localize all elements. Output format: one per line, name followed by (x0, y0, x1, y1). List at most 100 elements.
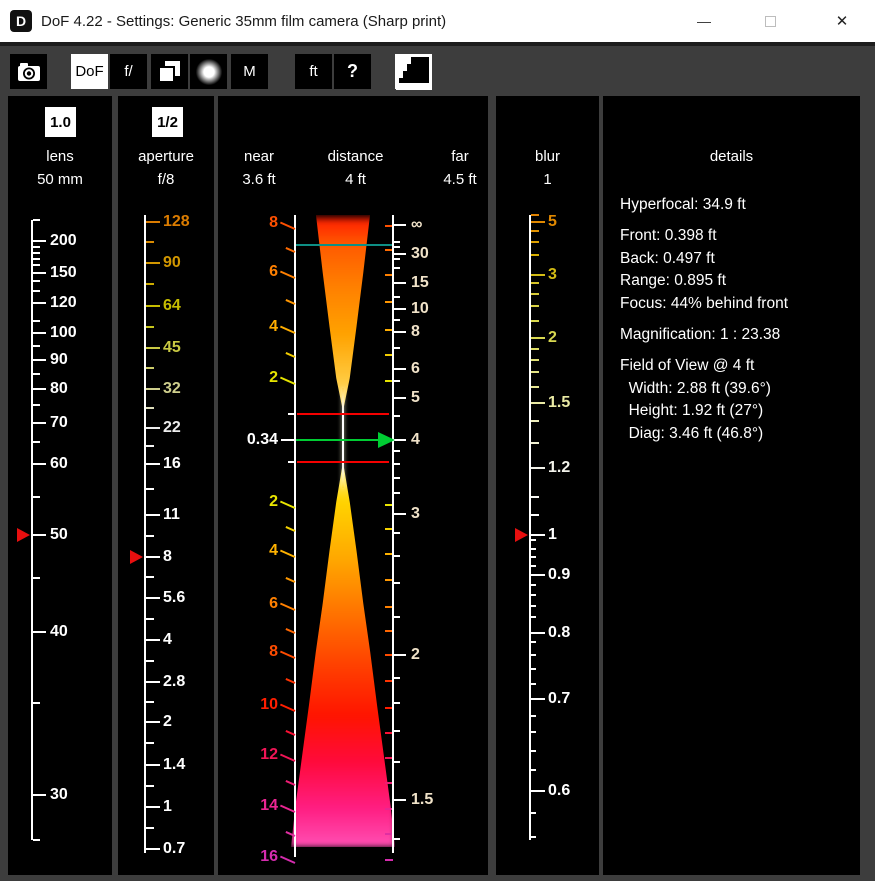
maximize-button[interactable] (748, 0, 792, 42)
scale-label: 2 (411, 644, 420, 666)
scale-label: 1.5 (411, 789, 433, 811)
far-limit-line[interactable] (297, 461, 389, 463)
blur-marker-arrow[interactable] (515, 528, 528, 542)
tick (33, 794, 46, 796)
copy-button[interactable] (151, 54, 188, 89)
camera-settings-button[interactable] (10, 54, 47, 89)
blur-scale[interactable]: 5321.51.210.90.80.70.6 (496, 96, 599, 875)
scale-label: 10 (411, 298, 429, 320)
close-button[interactable]: ✕ (820, 0, 864, 42)
tick (394, 532, 400, 534)
scale-label: 1.4 (163, 754, 185, 776)
tick (33, 496, 40, 498)
steps-icon (396, 54, 432, 90)
tick (33, 280, 40, 282)
tick (394, 702, 400, 704)
tick (394, 616, 400, 618)
tick (531, 320, 539, 322)
steps-button[interactable] (395, 54, 432, 89)
focus-blur-tick (281, 439, 294, 441)
scale-label: 3 (411, 503, 420, 525)
tick (531, 467, 545, 469)
tick (531, 274, 545, 276)
scale-line (144, 215, 146, 853)
scale-label: 40 (50, 621, 68, 643)
tick (33, 631, 46, 633)
blur-panel: blur 1 5321.51.210.90.80.70.6 (496, 96, 599, 875)
tick (394, 477, 400, 479)
scale-label: 22 (163, 417, 181, 439)
tick (394, 241, 400, 243)
fstop-mode-button[interactable]: f/ (110, 54, 147, 89)
tick (531, 750, 536, 752)
tick (146, 305, 160, 307)
tick (146, 785, 154, 787)
tick (531, 514, 539, 516)
scale-label: 128 (163, 211, 190, 233)
dof-mode-button[interactable]: DoF (71, 54, 108, 89)
tick (531, 305, 539, 307)
tick (146, 262, 160, 264)
lens-marker-arrow[interactable] (17, 528, 30, 542)
aperture-scale[interactable]: 1289064453222161185.642.821.410.7 (118, 96, 214, 875)
scale-label: 8 (163, 546, 172, 568)
tick (394, 282, 406, 284)
scale-label: 5 (411, 387, 420, 409)
tick (394, 439, 406, 441)
tick (146, 463, 160, 465)
scale-label: 90 (163, 252, 181, 274)
tick (146, 742, 154, 744)
distance-panel: near 3.6 ft distance 4 ft far 4.5 ft 864… (218, 96, 488, 875)
help-button[interactable]: ? (334, 54, 371, 89)
aperture-panel: 1/2 aperture f/8 1289064453222161185.642… (118, 96, 214, 875)
minimize-button[interactable]: — (682, 0, 726, 42)
tick (531, 548, 536, 550)
toolbar: DoF f/ M ft ? (0, 46, 875, 96)
tick (394, 463, 400, 465)
aperture-marker-arrow[interactable] (130, 550, 143, 564)
tick (33, 345, 40, 347)
magnification-button[interactable]: M (231, 54, 268, 89)
tick (531, 641, 536, 643)
scale-label: 1 (163, 796, 172, 818)
tick (146, 367, 154, 369)
blur-preview-button[interactable] (190, 54, 227, 89)
camera-icon (11, 54, 47, 90)
tick (33, 373, 40, 375)
scale-label: 0.9 (548, 564, 570, 586)
tick (394, 267, 400, 269)
scale-label: 90 (50, 349, 68, 371)
tick (33, 302, 46, 304)
units-button[interactable]: ft (295, 54, 332, 89)
tick (146, 660, 154, 662)
app-icon: D (10, 10, 32, 32)
tick (33, 702, 40, 704)
tick (146, 283, 154, 285)
tick (394, 296, 400, 298)
details-title: details (603, 148, 860, 165)
lens-scale[interactable]: 20015012010090807060504030 (8, 96, 112, 875)
focus-arrow[interactable] (378, 432, 395, 448)
scale-label: 150 (50, 262, 77, 284)
tick (33, 252, 40, 254)
tick (394, 492, 400, 494)
tick (146, 827, 154, 829)
tick (146, 488, 154, 490)
near-limit-tick (288, 413, 294, 415)
tick (146, 721, 160, 723)
scale-label: 2 (163, 711, 172, 733)
far-limit-tick (288, 461, 294, 463)
tick (146, 221, 160, 223)
scale-label: 1.5 (548, 392, 570, 414)
scale-label: 32 (163, 378, 181, 400)
near-limit-line[interactable] (297, 413, 389, 415)
distance-scale[interactable]: ∞3015108654321.5 (218, 96, 488, 875)
tick (531, 359, 539, 361)
tick (394, 368, 406, 370)
tick (146, 514, 160, 516)
tick (33, 422, 46, 424)
scale-label: 0.6 (548, 780, 570, 802)
tick (394, 582, 400, 584)
tick (394, 347, 400, 349)
tick (531, 241, 539, 243)
